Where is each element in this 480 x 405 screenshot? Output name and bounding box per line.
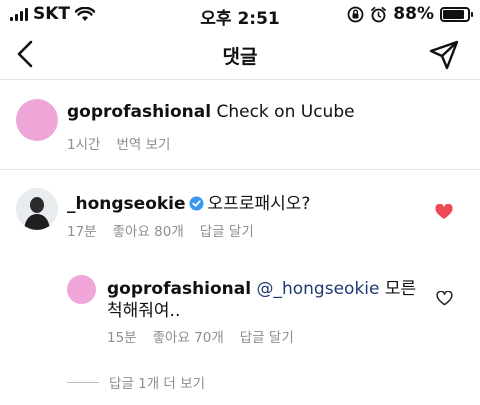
divider xyxy=(67,381,99,383)
status-bar: SKT 오후 2:51 88% xyxy=(0,0,480,30)
caption-username[interactable]: goprofashional xyxy=(67,102,211,122)
profile-photo-icon xyxy=(16,188,58,230)
comment-text: 오프로패시오? xyxy=(207,194,311,214)
avatar[interactable] xyxy=(16,99,58,141)
comment-time: 17분 xyxy=(67,224,97,240)
post-caption: goprofashional Check on Ucube 1시간 번역 보기 xyxy=(0,80,480,170)
page-title: 댓글 xyxy=(222,46,258,68)
comment-likes[interactable]: 좋아요 70개 xyxy=(153,326,224,346)
comment-time: 15분 xyxy=(107,330,137,346)
comment-text-line2: 척해줘여.. xyxy=(107,301,181,321)
battery-percent: 88% xyxy=(393,4,434,24)
avatar[interactable] xyxy=(67,275,96,304)
reply-button[interactable]: 답글 달기 xyxy=(200,220,254,240)
verified-badge-icon xyxy=(189,196,204,211)
view-more-label: 답글 1개 더 보기 xyxy=(109,376,205,392)
translate-link[interactable]: 번역 보기 xyxy=(116,133,170,153)
comment-meta: 17분 좋아요 80개 답글 달기 xyxy=(67,220,254,240)
battery-icon xyxy=(440,6,473,22)
rotation-lock-icon xyxy=(347,6,364,22)
comment-text-line1: 모른 xyxy=(384,279,417,299)
caption-line: goprofashional Check on Ucube xyxy=(67,102,355,122)
heart-filled-icon[interactable] xyxy=(435,204,453,220)
caption-time: 1시간 xyxy=(67,137,101,153)
comment-username[interactable]: _hongseokie xyxy=(67,194,186,214)
comment-likes[interactable]: 좋아요 80개 xyxy=(113,220,184,240)
send-icon[interactable] xyxy=(428,39,460,71)
mention-link[interactable]: @_hongseokie xyxy=(256,279,379,299)
reply-button[interactable]: 답글 달기 xyxy=(240,326,294,346)
comment-line: _hongseokie 오프로패시오? xyxy=(67,189,310,214)
comment-meta: 15분 좋아요 70개 답글 달기 xyxy=(107,326,294,346)
nav-bar: 댓글 xyxy=(0,30,480,80)
alarm-icon xyxy=(371,6,387,22)
caption-meta: 1시간 번역 보기 xyxy=(67,133,170,153)
status-right: 88% xyxy=(347,4,473,24)
avatar[interactable] xyxy=(16,188,58,230)
heart-outline-icon[interactable] xyxy=(436,291,453,306)
caption-text: Check on Ucube xyxy=(216,102,355,122)
view-more-replies[interactable]: 답글 1개 더 보기 xyxy=(67,372,205,392)
